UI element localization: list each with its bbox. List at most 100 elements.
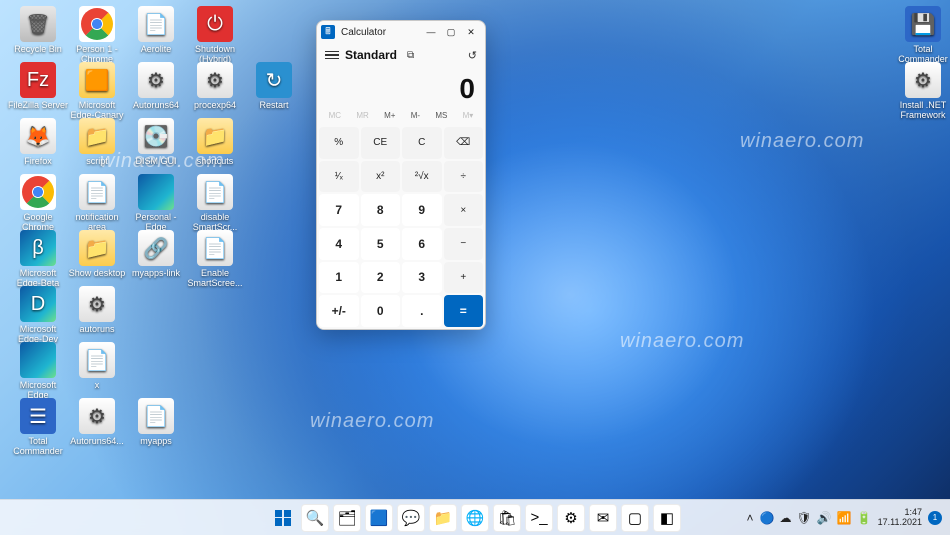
desktop-icon-shutdown-hybrid[interactable]: ⏻Shutdown (Hybrid)	[185, 6, 245, 64]
desktop-icon-total-commander-right[interactable]: 💾Total Commander	[893, 6, 950, 64]
desktop-icon-enable-smartscreen[interactable]: 📄Enable SmartScree...	[185, 230, 245, 288]
desktop-icon-myapps-link[interactable]: 🔗myapps-link	[126, 230, 186, 278]
key-divide[interactable]: ÷	[444, 161, 484, 193]
key-9[interactable]: 9	[402, 194, 442, 226]
key-negate[interactable]: +/-	[319, 295, 359, 327]
key-4[interactable]: 4	[319, 228, 359, 260]
desktop-icon-label: shortcuts	[185, 156, 245, 166]
taskbar-mail-button[interactable]: ✉	[589, 504, 617, 532]
taskbar-center: 🔍🗂🟦💬📁🌐🛍>_⚙✉▢◧	[269, 504, 681, 532]
taskbar-start-button[interactable]	[269, 504, 297, 532]
key-1[interactable]: 1	[319, 262, 359, 294]
key-multiply[interactable]: ×	[444, 194, 484, 226]
key-8[interactable]: 8	[361, 194, 401, 226]
desktop-icon-msedge-dev[interactable]: DMicrosoft Edge-Dev	[8, 286, 68, 344]
desktop-icon-disable-smartscreen[interactable]: 📄disable SmartScr...	[185, 174, 245, 232]
msedge-icon	[20, 342, 56, 378]
taskbar-cmd-button[interactable]: ▢	[621, 504, 649, 532]
desktop-icon-google-chrome[interactable]: Google Chrome	[8, 174, 68, 232]
desktop-icon-autoruns[interactable]: ⚙autoruns	[67, 286, 127, 334]
desktop-icon-install-net-framework[interactable]: ⚙Install .NET Framework	[893, 62, 950, 120]
taskbar-extra-button[interactable]: ◧	[653, 504, 681, 532]
desktop-icon-recycle-bin[interactable]: 🗑 Recycle Bin	[8, 6, 68, 54]
key-2[interactable]: 2	[361, 262, 401, 294]
desktop-icon-procexp64[interactable]: ⚙procexp64	[185, 62, 245, 110]
taskbar-settings-button[interactable]: ⚙	[557, 504, 585, 532]
desktop-icon-dism-gui[interactable]: 💽DISM GUI	[126, 118, 186, 166]
shutdown-hybrid-icon: ⏻	[197, 6, 233, 42]
tray-status-icon-3[interactable]: 🔊	[817, 511, 832, 525]
desktop-icon-personal-edge[interactable]: Personal - Edge	[126, 174, 186, 232]
history-icon[interactable]: ↺	[468, 49, 477, 62]
key-reciprocal[interactable]: ¹⁄ₓ	[319, 161, 359, 193]
tray-chevron-up-icon[interactable]: ˄	[747, 511, 754, 525]
key-ce[interactable]: CE	[361, 127, 401, 159]
desktop-icon-msedge-beta[interactable]: βMicrosoft Edge-Beta	[8, 230, 68, 288]
desktop-icon-label: Recycle Bin	[8, 44, 68, 54]
taskbar-chat-button[interactable]: 💬	[397, 504, 425, 532]
key-backspace[interactable]: ⌫	[444, 127, 484, 159]
taskbar-edge-button[interactable]: 🌐	[461, 504, 489, 532]
desktop-icon-shortcuts[interactable]: 📁 shortcuts	[185, 118, 245, 166]
desktop-icon-script[interactable]: 📁script	[67, 118, 127, 166]
google-chrome-icon	[20, 174, 56, 210]
key-6[interactable]: 6	[402, 228, 442, 260]
taskbar-file-explorer-button[interactable]: 📁	[429, 504, 457, 532]
key-7[interactable]: 7	[319, 194, 359, 226]
desktop-icon-label: myapps	[126, 436, 186, 446]
tray-status-icon-5[interactable]: 🔋	[857, 511, 872, 525]
key-0[interactable]: 0	[361, 295, 401, 327]
taskbar-search-button[interactable]: 🔍	[301, 504, 329, 532]
desktop-icon-restart[interactable]: ↻Restart	[244, 62, 304, 110]
mem-ms[interactable]: MS	[433, 109, 449, 122]
desktop-icon-autoruns64[interactable]: ⚙Autoruns64	[126, 62, 186, 110]
tray-status-icon-1[interactable]: ☁	[780, 511, 792, 525]
notifications-button[interactable]: 1	[928, 511, 942, 525]
key-sqrt[interactable]: ²√x	[402, 161, 442, 193]
mem-mplus[interactable]: M+	[382, 109, 397, 122]
close-button[interactable]: ✕	[461, 23, 481, 41]
shortcuts-icon: 📁	[197, 118, 233, 154]
desktop-icon-person1-chrome[interactable]: Person 1 - Chrome	[67, 6, 127, 64]
minimize-button[interactable]: —	[421, 23, 441, 41]
taskbar-clock[interactable]: 1:47 17.11.2021	[878, 508, 922, 528]
maximize-button[interactable]: ▢	[441, 23, 461, 41]
desktop-icon-label: procexp64	[185, 100, 245, 110]
calculator-titlebar[interactable]: 🖩 Calculator — ▢ ✕	[317, 21, 485, 43]
key-3[interactable]: 3	[402, 262, 442, 294]
keep-on-top-button[interactable]: ⧉	[407, 50, 414, 61]
key-plus[interactable]: +	[444, 262, 484, 294]
desktop-icon-msedge[interactable]: Microsoft Edge	[8, 342, 68, 400]
taskbar-store-button[interactable]: 🛍	[493, 504, 521, 532]
tray-status-icon-2[interactable]: 🛡	[797, 511, 812, 525]
desktop-icon-total-commander-left[interactable]: ☰Total Commander	[8, 398, 68, 456]
key-c[interactable]: C	[402, 127, 442, 159]
mem-mminus[interactable]: M-	[409, 109, 422, 122]
desktop-icon-msedge-canary[interactable]: 🟧Microsoft Edge-Canary	[67, 62, 127, 120]
key-decimal[interactable]: .	[402, 295, 442, 327]
desktop-icon-firefox[interactable]: 🦊Firefox	[8, 118, 68, 166]
key-percent[interactable]: %	[319, 127, 359, 159]
key-equals[interactable]: =	[444, 295, 484, 327]
desktop-icon-label: autoruns	[67, 324, 127, 334]
desktop-icon-aerolite[interactable]: 📄Aerolite	[126, 6, 186, 54]
hamburger-menu-icon[interactable]	[325, 51, 339, 60]
desktop-icon-filezilla-server[interactable]: FzFileZilla Server	[8, 62, 68, 110]
desktop-icon-x-shortcut[interactable]: 📄x	[67, 342, 127, 390]
tray-status-icon-0[interactable]: 🔵	[760, 511, 775, 525]
key-5[interactable]: 5	[361, 228, 401, 260]
taskbar-taskview-button[interactable]: 🗂	[333, 504, 361, 532]
desktop-icon-label: Microsoft Edge	[8, 380, 68, 400]
desktop-icon-label: Firefox	[8, 156, 68, 166]
aerolite-icon: 📄	[138, 6, 174, 42]
key-square[interactable]: x²	[361, 161, 401, 193]
desktop-icon-autoruns64-2[interactable]: ⚙Autoruns64...	[67, 398, 127, 446]
key-minus[interactable]: −	[444, 228, 484, 260]
tray-status-icon-4[interactable]: 📶	[837, 511, 852, 525]
desktop-icon-show-desktop[interactable]: 📁Show desktop	[67, 230, 127, 278]
desktop-icon-notification-area[interactable]: 📄notification area	[67, 174, 127, 232]
desktop-icon-myapps[interactable]: 📄myapps	[126, 398, 186, 446]
taskbar-terminal-button[interactable]: >_	[525, 504, 553, 532]
taskbar-widgets-button[interactable]: 🟦	[365, 504, 393, 532]
recycle-bin-icon: 🗑	[20, 6, 56, 42]
